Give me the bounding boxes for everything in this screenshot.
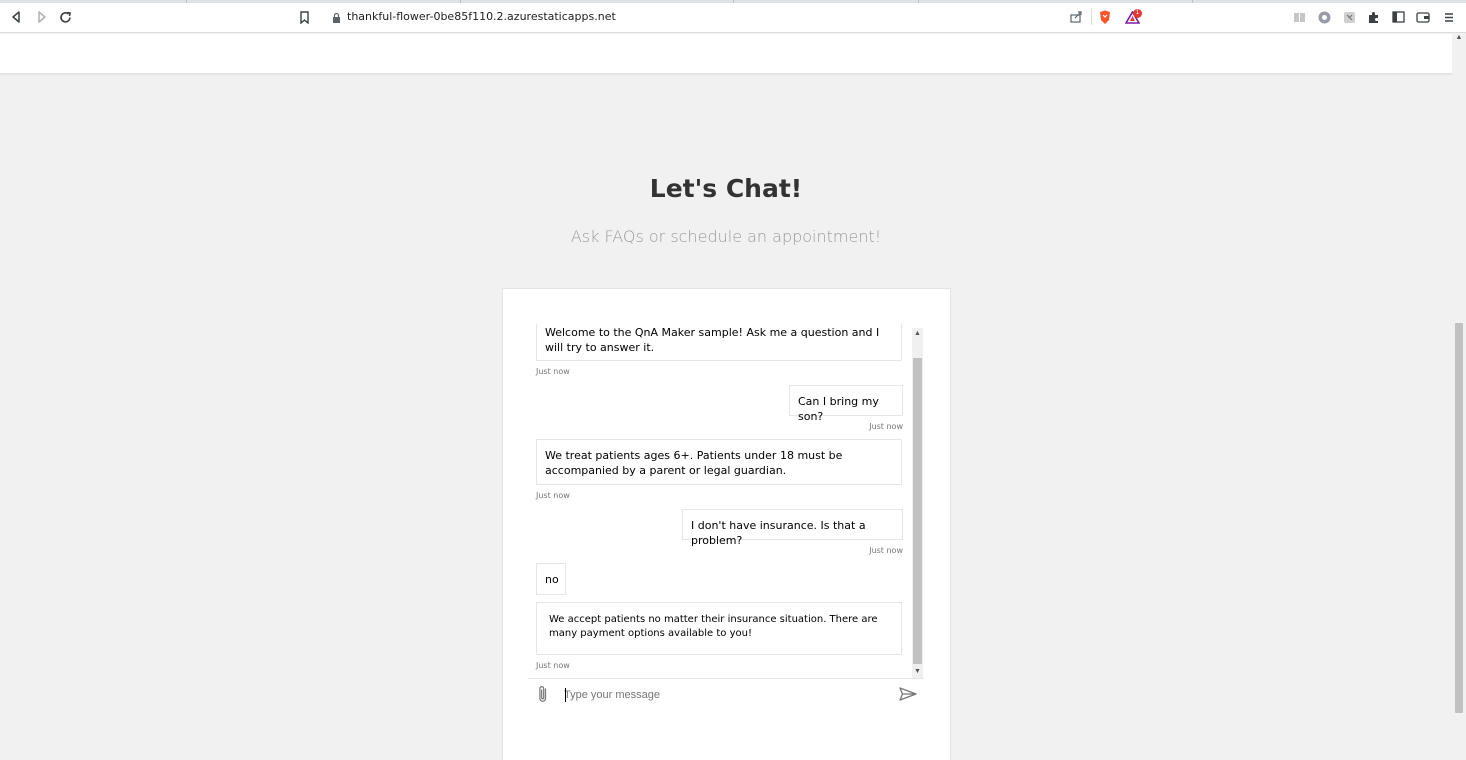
share-icon[interactable] <box>1068 9 1084 25</box>
wallet-icon[interactable] <box>1415 9 1431 25</box>
page-subtitle: Ask FAQs or schedule an appointment! <box>570 227 882 246</box>
reload-icon[interactable] <box>57 9 73 25</box>
scroll-up-arrow-icon[interactable]: ▲ <box>1455 34 1463 42</box>
page-scrollbar-thumb[interactable] <box>1455 323 1463 713</box>
message-timestamp: Just now <box>536 491 570 500</box>
lock-icon[interactable] <box>328 9 344 25</box>
text-cursor <box>565 688 566 702</box>
message-timestamp: Just now <box>869 422 903 431</box>
chat-transcript[interactable]: Welcome to the QnA Maker sample! Ask me … <box>503 324 910 678</box>
bookmark-icon[interactable] <box>296 9 312 25</box>
scroll-down-arrow-icon[interactable]: ▼ <box>912 666 923 677</box>
bot-message: We treat patients ages 6+. Patients unde… <box>536 439 902 485</box>
forward-icon[interactable] <box>33 9 49 25</box>
rewards-badge: 1 <box>1133 9 1142 18</box>
toolbar-divider <box>1091 9 1092 25</box>
send-icon[interactable] <box>898 686 918 702</box>
page-title: Let's Chat! <box>649 174 803 203</box>
menu-icon[interactable] <box>1441 9 1457 25</box>
reading-list-icon[interactable] <box>1291 9 1307 25</box>
extension-icon[interactable] <box>1341 9 1357 25</box>
back-icon[interactable] <box>9 9 25 25</box>
site-header <box>0 34 1452 74</box>
address-bar[interactable]: thankful-flower-0be85f110.2.azurestatica… <box>347 10 616 23</box>
puzzle-icon[interactable] <box>1365 9 1381 25</box>
paperclip-icon[interactable] <box>536 684 550 704</box>
message-input[interactable] <box>564 685 884 705</box>
user-message: I don't have insurance. Is that a proble… <box>682 509 903 547</box>
bot-message: We accept patients no matter their insur… <box>536 602 902 655</box>
brave-shield-icon[interactable] <box>1097 9 1113 25</box>
sidebar-icon[interactable] <box>1390 9 1406 25</box>
user-message: Can I bring my son? <box>789 385 903 423</box>
extension-icon[interactable] <box>1316 9 1332 25</box>
message-timestamp: Just now <box>869 546 903 555</box>
message-timestamp: Just now <box>536 367 570 376</box>
message-timestamp: Just now <box>536 661 570 670</box>
scroll-up-arrow-icon[interactable]: ▲ <box>912 328 923 339</box>
tab-strip <box>0 0 1466 3</box>
chat-scrollbar-thumb[interactable] <box>913 358 922 664</box>
bot-message: Welcome to the QnA Maker sample! Ask me … <box>536 324 902 361</box>
bot-message: no <box>536 563 566 595</box>
browser-toolbar: thankful-flower-0be85f110.2.azurestatica… <box>0 0 1466 33</box>
